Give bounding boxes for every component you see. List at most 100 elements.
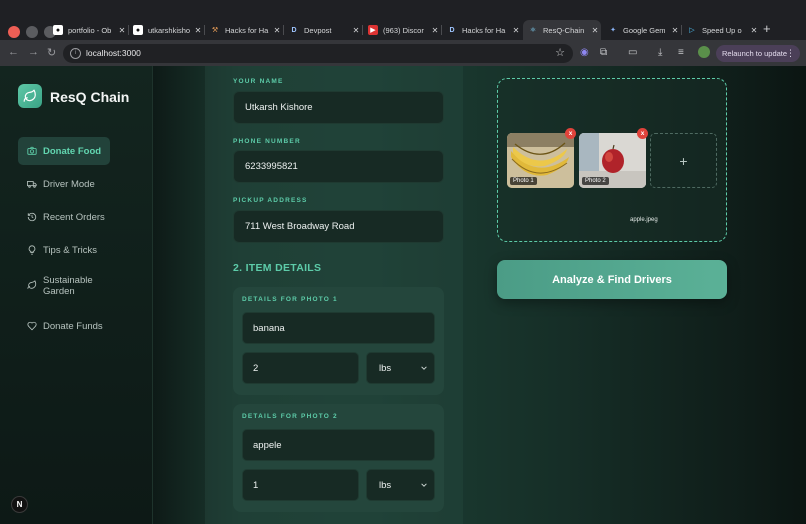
address-label: PICKUP ADDRESS (233, 197, 308, 204)
sidebar-item-donate-food[interactable]: Donate Food (18, 137, 110, 165)
close-icon[interactable]: ✕ (116, 26, 128, 35)
minimize-window-button[interactable] (26, 26, 38, 38)
heart-icon (27, 321, 37, 331)
sidebar-item-donate-funds[interactable]: Donate Funds (18, 312, 110, 340)
remove-photo-2-button[interactable]: x (637, 128, 648, 139)
play-icon: ▷ (689, 27, 695, 34)
url-text: localhost:3000 (86, 48, 141, 58)
devpost-icon: D (447, 25, 457, 35)
photo-thumbnail-banana[interactable]: Photo 1 (507, 133, 574, 188)
item-name-input[interactable]: banana (242, 312, 435, 344)
chevron-down-icon (421, 483, 427, 487)
item-unit-value: lbs (379, 479, 392, 491)
truck-icon (27, 181, 37, 188)
close-icon[interactable]: ✕ (429, 26, 441, 35)
github-icon: ● (133, 25, 143, 35)
reload-icon[interactable]: ↻ (47, 46, 56, 59)
tab-label: (963) Discor (383, 25, 424, 35)
extension-icon[interactable]: ◉ (580, 47, 589, 58)
leaf-icon (27, 280, 37, 289)
bookmark-star-icon[interactable]: ☆ (555, 46, 565, 59)
brand-name: ResQ Chain (50, 89, 130, 105)
close-icon[interactable]: ✕ (669, 26, 681, 35)
browser-tab[interactable]: D Hacks for Ha ✕ (442, 20, 522, 40)
remove-photo-1-button[interactable]: x (565, 128, 576, 139)
sidebar-item-label: Sustainable Garden (43, 275, 93, 297)
item-name-input[interactable]: appele (242, 429, 435, 461)
phone-input[interactable]: 6233995821 (233, 150, 444, 183)
back-arrow-icon[interactable]: ← (8, 46, 19, 58)
camera-icon (27, 146, 37, 155)
browser-tab[interactable]: ▶ (963) Discor ✕ (363, 20, 442, 40)
close-icon[interactable]: ✕ (271, 26, 283, 35)
close-icon[interactable]: ✕ (589, 26, 601, 35)
browser-tab-strip: ● portfolio - Ob ✕ ● utkarshkisho ✕ ⚒ Ha… (0, 0, 806, 40)
site-info-icon[interactable]: i (70, 48, 81, 59)
item-card-photo-1: DETAILS FOR PHOTO 1 banana 2 lbs (233, 287, 444, 395)
download-icon[interactable]: ⤓ (658, 47, 662, 58)
tab-label: Speed Up o (702, 25, 742, 35)
media-icon[interactable]: ≡ (678, 47, 684, 58)
forward-arrow-icon[interactable]: → (28, 46, 39, 58)
address-input[interactable]: 711 West Broadway Road (233, 210, 444, 243)
profile-avatar[interactable] (698, 46, 710, 58)
item-unit-select[interactable]: lbs (366, 469, 435, 501)
github-icon: ● (53, 25, 63, 35)
item-quantity-input[interactable]: 1 (242, 469, 359, 501)
sidebar-item-recent-orders[interactable]: Recent Orders (18, 203, 110, 231)
tab-label: utkarshkisho (148, 25, 191, 35)
add-photo-button[interactable]: + (650, 133, 717, 188)
sidebar-item-driver-mode[interactable]: Driver Mode (18, 170, 110, 198)
uploaded-filename: apple.jpeg (630, 217, 658, 223)
app-root: ResQ Chain Donate Food Driver Mode Recen… (0, 66, 806, 524)
close-window-button[interactable] (8, 26, 20, 38)
leaf-logo-icon (18, 84, 42, 108)
browser-toolbar: ← → ↻ i localhost:3000 ☆ ◉ ⧉ ▭ ⤓ ≡ Relau… (0, 40, 806, 66)
nextjs-dev-badge[interactable]: N (11, 496, 28, 513)
item-unit-value: lbs (379, 362, 392, 374)
history-icon (27, 212, 37, 222)
close-icon[interactable]: ✕ (350, 26, 362, 35)
browser-tab[interactable]: ● portfolio - Ob ✕ (48, 20, 129, 40)
analyze-find-drivers-button[interactable]: Analyze & Find Drivers (497, 260, 727, 299)
relaunch-label: Relaunch to update (722, 49, 788, 58)
sidebar: ResQ Chain Donate Food Driver Mode Recen… (0, 66, 153, 524)
cast-icon[interactable]: ▭ (628, 47, 637, 58)
browser-tab[interactable]: ⚒ Hacks for Ha ✕ (205, 20, 284, 40)
wrench-icon: ⚒ (211, 27, 219, 34)
tab-label: Google Gem (623, 25, 666, 35)
phone-label: PHONE NUMBER (233, 138, 301, 145)
item-quantity-input[interactable]: 2 (242, 352, 359, 384)
browser-tab[interactable]: D Devpost ✕ (284, 20, 363, 40)
chevron-down-icon (421, 366, 427, 370)
browser-tab[interactable]: ▷ Speed Up o ✕ (682, 20, 760, 40)
item-card-label: DETAILS FOR PHOTO 1 (242, 296, 338, 303)
item-details-heading: 2. ITEM DETAILS (233, 262, 322, 274)
browser-tab[interactable]: ● utkarshkisho ✕ (128, 20, 205, 40)
puzzle-icon[interactable]: ⧉ (600, 47, 607, 58)
youtube-icon: ▶ (368, 25, 378, 35)
close-icon[interactable]: ✕ (192, 26, 204, 35)
address-bar[interactable]: i localhost:3000 ☆ (63, 44, 573, 63)
relaunch-button[interactable]: Relaunch to update ⋮ (716, 45, 800, 62)
browser-tab[interactable]: ✦ Google Gem ✕ (603, 20, 682, 40)
sidebar-item-tips[interactable]: Tips & Tricks (18, 236, 110, 264)
react-icon: ⚛ (529, 27, 537, 34)
sidebar-item-sustainable-garden[interactable]: Sustainable Garden (18, 272, 128, 304)
item-card-photo-2: DETAILS FOR PHOTO 2 appele 1 lbs (233, 404, 444, 512)
sidebar-item-label: Donate Food (43, 145, 102, 157)
more-menu-icon[interactable]: ⋮ (786, 48, 795, 59)
photo-tag: Photo 2 (582, 177, 609, 185)
name-input[interactable]: Utkarsh Kishore (233, 91, 444, 124)
photo-thumbnail-apple[interactable]: Photo 2 (579, 133, 646, 188)
tab-label: Hacks for Ha (225, 25, 269, 35)
tab-label: ResQ-Chain (543, 25, 585, 35)
sidebar-item-label: Driver Mode (43, 178, 95, 190)
item-unit-select[interactable]: lbs (366, 352, 435, 384)
devpost-icon: D (289, 25, 299, 35)
new-tab-button[interactable]: + (763, 21, 771, 36)
tab-label: portfolio - Ob (68, 25, 112, 35)
close-icon[interactable]: ✕ (510, 26, 522, 35)
close-icon[interactable]: ✕ (748, 26, 760, 35)
browser-tab-active[interactable]: ⚛ ResQ-Chain ✕ (523, 20, 601, 40)
